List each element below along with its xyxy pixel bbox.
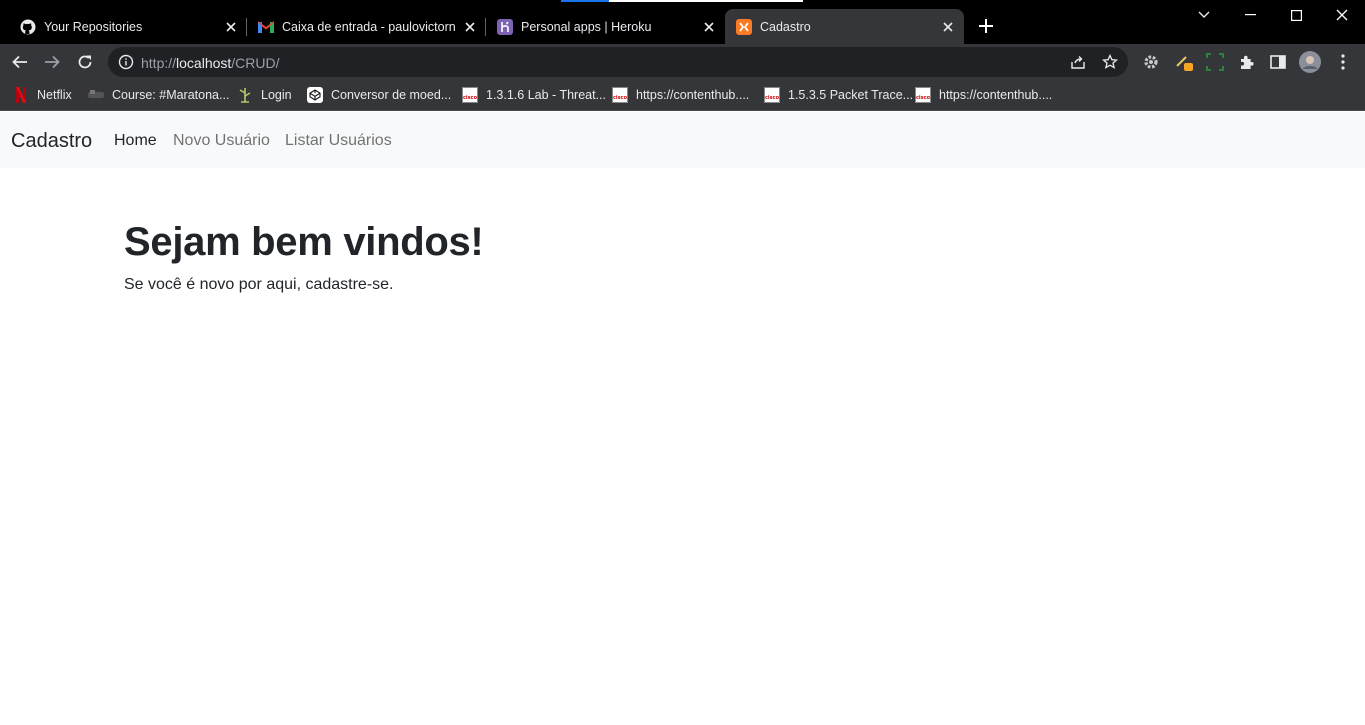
cisco-icon: cisco (462, 87, 478, 103)
tab-title: Cadastro (760, 19, 811, 34)
tab-title: Caixa de entrada - paulovictornunes (282, 19, 456, 34)
screenshot-extension-icon[interactable] (1201, 48, 1229, 76)
nav-link-home[interactable]: Home (114, 132, 157, 150)
gear-extension-icon[interactable] (1137, 48, 1165, 76)
bookmark-lab-threat[interactable]: cisco 1.3.1.6 Lab - Threat... (462, 84, 606, 106)
nav-link-listar-usuarios[interactable]: Listar Usuários (285, 132, 392, 150)
tab-cadastro[interactable]: Cadastro (725, 9, 964, 44)
back-button[interactable] (6, 48, 34, 76)
site-navbar: Cadastro Home Novo Usuário Listar Usuári… (0, 112, 1365, 168)
cisco-icon: cisco (612, 87, 628, 103)
tab-gmail[interactable]: Caixa de entrada - paulovictornunes (238, 9, 486, 44)
browser-toolbar: http://localhost/CRUD/ (0, 44, 1365, 80)
minimize-button[interactable] (1227, 4, 1273, 26)
tab-title: Personal apps | Heroku (521, 19, 652, 34)
pen-extension-icon[interactable] (1170, 48, 1198, 76)
bookmark-label: 1.3.1.6 Lab - Threat... (486, 88, 606, 102)
extensions-puzzle-icon[interactable] (1233, 48, 1261, 76)
cisco-icon: cisco (764, 87, 780, 103)
bookmark-star-icon[interactable] (1100, 52, 1120, 72)
bookmark-contenthub-2[interactable]: cisco https://contenthub.... (915, 84, 1052, 106)
bookmark-label: Netflix (37, 88, 72, 102)
url-text: http://localhost/CRUD/ (141, 55, 280, 71)
netflix-icon (13, 87, 29, 103)
info-icon[interactable] (118, 54, 134, 70)
maximize-button[interactable] (1273, 4, 1319, 26)
forward-button[interactable] (38, 48, 66, 76)
login-icon (237, 87, 253, 103)
tab-search-button[interactable] (1181, 4, 1227, 26)
tab-title: Your Repositories (44, 19, 143, 34)
close-tab-icon[interactable] (701, 19, 717, 35)
bookmark-course[interactable]: Course: #Maratona... (88, 84, 229, 106)
share-icon[interactable] (1068, 52, 1088, 72)
bookmark-label: Conversor de moed... (331, 88, 452, 102)
bookmark-conversor[interactable]: Conversor de moed... (307, 84, 451, 106)
tab-your-repositories[interactable]: Your Repositories (0, 9, 247, 44)
bookmarks-bar: Netflix Course: #Maratona... Login Conve… (0, 80, 1365, 111)
profile-avatar[interactable] (1296, 48, 1324, 76)
navbar-brand[interactable]: Cadastro (11, 130, 92, 153)
loading-indicator (561, 0, 803, 2)
reload-button[interactable] (71, 48, 99, 76)
close-window-button[interactable] (1319, 4, 1365, 26)
bookmark-label: https://contenthub.... (636, 88, 750, 102)
bookmark-label: 1.5.3.5 Packet Trace... (788, 88, 914, 102)
codepen-icon (307, 87, 323, 103)
course-icon (88, 87, 104, 103)
close-tab-icon[interactable] (940, 19, 956, 35)
xampp-icon (736, 18, 752, 35)
tab-heroku[interactable]: Personal apps | Heroku (477, 9, 725, 44)
heroku-icon (497, 18, 513, 35)
close-tab-icon[interactable] (462, 19, 478, 35)
menu-kebab-icon[interactable] (1329, 48, 1357, 76)
new-tab-button[interactable] (974, 14, 998, 38)
side-panel-icon[interactable] (1264, 48, 1292, 76)
bookmark-label: Course: #Maratona... (112, 88, 230, 102)
tab-strip: Your Repositories Caixa de entrada - pau… (0, 0, 1365, 44)
gmail-icon (258, 19, 274, 35)
github-icon (20, 19, 36, 35)
cisco-icon: cisco (915, 87, 931, 103)
nav-link-novo-usuario[interactable]: Novo Usuário (173, 132, 270, 150)
bookmark-label: https://contenthub.... (939, 88, 1053, 102)
address-bar[interactable]: http://localhost/CRUD/ (108, 47, 1128, 77)
bookmark-packet-tracer[interactable]: cisco 1.5.3.5 Packet Trace... (764, 84, 913, 106)
welcome-text: Se você é novo por aqui, cadastre-se. (124, 276, 394, 293)
bookmark-login[interactable]: Login (237, 84, 292, 106)
bookmark-netflix[interactable]: Netflix (13, 84, 72, 106)
close-tab-icon[interactable] (223, 19, 239, 35)
bookmark-contenthub-1[interactable]: cisco https://contenthub.... (612, 84, 749, 106)
bookmark-label: Login (261, 88, 292, 102)
page-title: Sejam bem vindos! (124, 220, 484, 264)
